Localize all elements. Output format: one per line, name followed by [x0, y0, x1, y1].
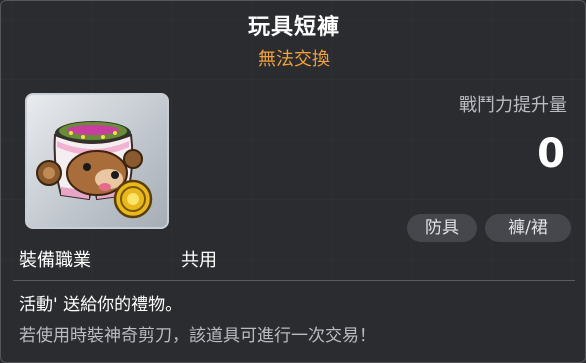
description-line-2: 若使用時裝神奇剪刀，該道具可進行一次交易！ [19, 326, 376, 346]
toy-shorts-icon [36, 121, 153, 219]
category-tag-pants-skirt: 褲/裙 [485, 214, 571, 242]
description-line-1: 活動' 送給你的禮物。 [19, 295, 183, 315]
item-tooltip: 玩具短褲 無法交換 戰鬥力提升量 0 防具 褲/裙 裝備職業 共用 活動' 送給… [0, 0, 586, 363]
equip-job-label: 裝備職業 [19, 250, 91, 271]
item-name: 玩具短褲 [247, 15, 340, 40]
category-tag-armor: 防具 [407, 214, 477, 242]
equip-job-value: 共用 [181, 250, 217, 271]
power-increase-label: 戰鬥力提升量 [459, 95, 567, 116]
trade-status: 無法交換 [258, 49, 330, 70]
divider [13, 280, 575, 281]
item-icon-frame [25, 93, 169, 229]
power-increase-value: 0 [537, 131, 565, 177]
